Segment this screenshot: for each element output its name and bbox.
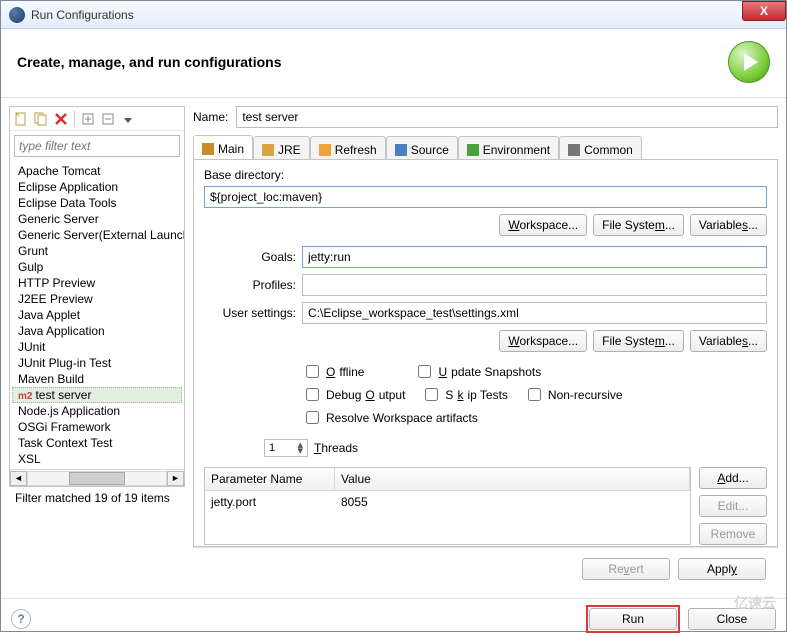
tab-main[interactable]: Main bbox=[193, 135, 253, 159]
tree-item[interactable]: OSGi Framework bbox=[12, 419, 182, 435]
name-input[interactable] bbox=[236, 106, 778, 128]
tab-icon bbox=[319, 144, 331, 156]
apply-button[interactable]: Apply bbox=[678, 558, 766, 580]
tab-environment[interactable]: Environment bbox=[458, 136, 559, 159]
resolve-workspace-checkbox[interactable]: Resolve Workspace artifacts bbox=[302, 408, 478, 427]
user-settings-input[interactable] bbox=[302, 302, 767, 324]
tree-item[interactable]: Eclipse Application bbox=[12, 179, 182, 195]
delete-icon[interactable] bbox=[52, 110, 70, 128]
new-config-icon[interactable] bbox=[12, 110, 30, 128]
debug-output-checkbox[interactable]: Debug Output bbox=[302, 385, 405, 404]
tab-refresh[interactable]: Refresh bbox=[310, 136, 386, 159]
expand-all-icon[interactable] bbox=[79, 110, 97, 128]
window-title: Run Configurations bbox=[31, 8, 134, 22]
filesystem-button-1[interactable]: File System... bbox=[593, 214, 684, 236]
non-recursive-checkbox[interactable]: Non-recursive bbox=[524, 385, 623, 404]
scroll-right-button[interactable]: ► bbox=[167, 471, 184, 486]
tab-common[interactable]: Common bbox=[559, 136, 642, 159]
tree-item[interactable]: Generic Server bbox=[12, 211, 182, 227]
user-settings-label: User settings: bbox=[204, 306, 302, 320]
horizontal-scrollbar[interactable]: ◄ ► bbox=[10, 469, 184, 486]
variables-button-1[interactable]: Variables... bbox=[690, 214, 767, 236]
tree-item[interactable]: Gulp bbox=[12, 259, 182, 275]
threads-label: Threads bbox=[314, 441, 358, 455]
close-button[interactable]: Close bbox=[688, 608, 776, 630]
filter-menu-icon[interactable] bbox=[119, 110, 137, 128]
tree-item[interactable]: JUnit Plug-in Test bbox=[12, 355, 182, 371]
run-button[interactable]: Run bbox=[589, 608, 677, 630]
profiles-input[interactable] bbox=[302, 274, 767, 296]
edit-button[interactable]: Edit... bbox=[699, 495, 767, 517]
filter-status: Filter matched 19 of 19 items bbox=[9, 487, 185, 509]
table-row[interactable]: jetty.port8055 bbox=[205, 491, 690, 513]
skip-tests-checkbox[interactable]: Skip Tests bbox=[421, 385, 507, 404]
tab-icon bbox=[202, 143, 214, 155]
tree-item[interactable]: HTTP Preview bbox=[12, 275, 182, 291]
config-tree[interactable]: Apache TomcatEclipse ApplicationEclipse … bbox=[10, 161, 184, 469]
update-snapshots-checkbox[interactable]: Update Snapshots bbox=[414, 362, 541, 381]
variables-button-2[interactable]: Variables... bbox=[690, 330, 767, 352]
run-header-icon bbox=[728, 41, 770, 83]
workspace-button-2[interactable]: Workspace... bbox=[499, 330, 587, 352]
workspace-button-1[interactable]: Workspace... bbox=[499, 214, 587, 236]
tree-item[interactable]: m2test server bbox=[12, 387, 182, 403]
add-button[interactable]: Add... bbox=[699, 467, 767, 489]
goals-label: Goals: bbox=[204, 250, 302, 264]
revert-button[interactable]: Revert bbox=[582, 558, 670, 580]
filesystem-button-2[interactable]: File System... bbox=[593, 330, 684, 352]
tab-icon bbox=[568, 144, 580, 156]
tree-item[interactable]: Generic Server(External Launch) bbox=[12, 227, 182, 243]
window-close-button[interactable]: X bbox=[742, 1, 786, 21]
parameter-table[interactable]: Parameter Name Value jetty.port8055 bbox=[204, 467, 691, 545]
tree-item[interactable]: XSL bbox=[12, 451, 182, 467]
tree-item[interactable]: Grunt bbox=[12, 243, 182, 259]
scroll-left-button[interactable]: ◄ bbox=[10, 471, 27, 486]
name-label: Name: bbox=[193, 110, 228, 124]
tree-item[interactable]: Eclipse Data Tools bbox=[12, 195, 182, 211]
tab-jre[interactable]: JRE bbox=[253, 136, 310, 159]
tab-source[interactable]: Source bbox=[386, 136, 458, 159]
help-icon[interactable]: ? bbox=[11, 609, 31, 629]
tab-icon bbox=[262, 144, 274, 156]
filter-input[interactable] bbox=[14, 135, 180, 157]
remove-button[interactable]: Remove bbox=[699, 523, 767, 545]
tree-item[interactable]: Task Context Test bbox=[12, 435, 182, 451]
collapse-all-icon[interactable] bbox=[99, 110, 117, 128]
toolbar-separator bbox=[74, 111, 75, 127]
tree-item[interactable]: Java Applet bbox=[12, 307, 182, 323]
page-title: Create, manage, and run configurations bbox=[17, 54, 728, 70]
app-icon bbox=[9, 7, 25, 23]
duplicate-icon[interactable] bbox=[32, 110, 50, 128]
offline-checkbox[interactable]: Offline bbox=[302, 362, 364, 381]
tree-item[interactable]: Maven Build bbox=[12, 371, 182, 387]
param-value-header: Value bbox=[335, 468, 690, 490]
base-dir-label: Base directory: bbox=[204, 168, 767, 182]
tab-bar: MainJRERefreshSourceEnvironmentCommon bbox=[193, 136, 778, 160]
profiles-label: Profiles: bbox=[204, 278, 302, 292]
tree-item[interactable]: Java Application bbox=[12, 323, 182, 339]
base-dir-input[interactable] bbox=[204, 186, 767, 208]
tree-item[interactable]: Node.js Application bbox=[12, 403, 182, 419]
threads-spinner[interactable]: 1 ▴▾ bbox=[264, 439, 308, 457]
goals-input[interactable] bbox=[302, 246, 767, 268]
param-name-header: Parameter Name bbox=[205, 468, 335, 490]
tab-icon bbox=[395, 144, 407, 156]
tree-item[interactable]: JUnit bbox=[12, 339, 182, 355]
tree-item[interactable]: Apache Tomcat bbox=[12, 163, 182, 179]
tree-item[interactable]: J2EE Preview bbox=[12, 291, 182, 307]
tab-icon bbox=[467, 144, 479, 156]
